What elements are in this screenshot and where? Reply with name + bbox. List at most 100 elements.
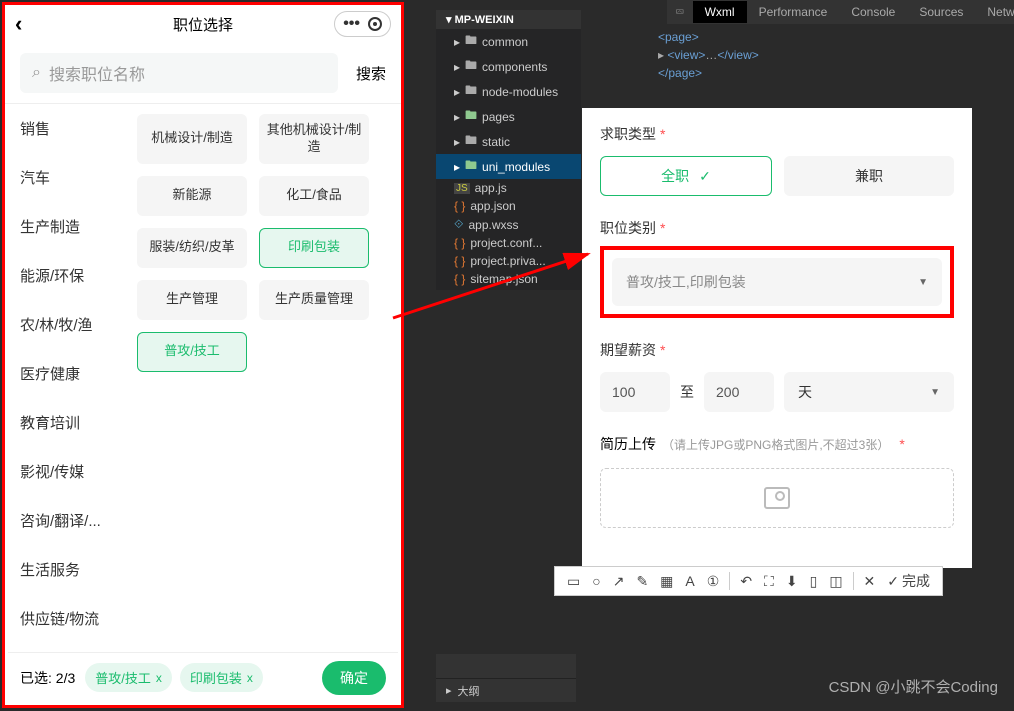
selected-count: 已选: 2/3	[20, 668, 75, 688]
tab-console[interactable]: Console	[839, 1, 907, 23]
job-selector-body: 销售 汽车 生产制造 能源/环保 农/林/牧/渔 医疗健康 教育培训 影视/传媒…	[5, 104, 401, 656]
download-icon[interactable]: ⬇	[780, 573, 804, 590]
tab-performance[interactable]: Performance	[747, 1, 840, 23]
folder-icon: 🖿	[465, 56, 477, 77]
back-icon[interactable]: ‹	[15, 11, 22, 37]
tree-root[interactable]: ▾ MP-WEIXIN	[436, 10, 581, 29]
salary-to-label: 至	[680, 382, 694, 402]
job-tag[interactable]: 生产管理	[137, 280, 247, 320]
tag-grid: 机械设计/制造 其他机械设计/制造 新能源 化工/食品 服装/纺织/皮革 印刷包…	[125, 104, 401, 656]
job-tag[interactable]: 生产质量管理	[259, 280, 369, 320]
wxml-dom-tree[interactable]: <page> ▸ <view>…</view> </page>	[658, 28, 759, 82]
category-item[interactable]: 生活服务	[5, 545, 125, 594]
job-tag[interactable]: 新能源	[137, 176, 247, 216]
done-button[interactable]: ✓完成	[881, 571, 936, 591]
image-icon	[764, 487, 790, 509]
annotation-toolbar: ▭ ○ ↗ ✎ ▦ A ① ↶ ⛶ ⬇ ▯ ◫ ✕ ✓完成	[554, 566, 943, 596]
category-item[interactable]: 教育培训	[5, 398, 125, 447]
category-item[interactable]: 影视/传媒	[5, 447, 125, 496]
circle-tool-icon[interactable]: ○	[586, 573, 606, 589]
category-item[interactable]: 生产制造	[5, 202, 125, 251]
tree-folder[interactable]: ▸🖿components	[436, 54, 581, 79]
menu-dots-icon[interactable]: •••	[343, 15, 360, 33]
upload-area[interactable]	[600, 468, 954, 528]
page-title: 职位选择	[173, 14, 233, 35]
file-explorer[interactable]: ▾ MP-WEIXIN ▸🖿common ▸🖿components ▸🖿node…	[436, 10, 581, 290]
category-item[interactable]: 农/林/牧/渔	[5, 300, 125, 349]
form-preview: 求职类型* 全职✓ 兼职 职位类别* 普攻/技工,印刷包装 ▼ 期望薪资* 10…	[582, 108, 972, 568]
search-icon: ⌕	[32, 64, 41, 82]
folder-icon: 🖿	[465, 106, 477, 127]
category-item[interactable]: 医疗健康	[5, 349, 125, 398]
outline-panel[interactable]: ▸大纲	[436, 678, 576, 702]
bookmark-icon[interactable]: ◫	[823, 573, 848, 590]
salary-to-input[interactable]: 200	[704, 372, 774, 412]
tree-file[interactable]: ⟐app.wxss	[436, 215, 581, 234]
search-input[interactable]: ⌕ 搜索职位名称	[20, 53, 338, 93]
category-item[interactable]: 能源/环保	[5, 251, 125, 300]
salary-label: 期望薪资*	[600, 340, 954, 360]
job-category-label: 职位类别*	[600, 218, 954, 238]
job-category-select[interactable]: 普攻/技工,印刷包装 ▼	[612, 258, 942, 306]
json-file-icon: { }	[454, 236, 465, 250]
salary-from-input[interactable]: 100	[600, 372, 670, 412]
tree-folder[interactable]: ▸🖿common	[436, 29, 581, 54]
tree-file[interactable]: JSapp.js	[436, 179, 581, 197]
weixin-capsule[interactable]: •••	[334, 11, 391, 37]
category-list[interactable]: 销售 汽车 生产制造 能源/环保 农/林/牧/渔 医疗健康 教育培训 影视/传媒…	[5, 104, 125, 656]
folder-icon: 🖿	[465, 156, 477, 177]
tab-network[interactable]: Network	[975, 1, 1014, 23]
phone-footer: 已选: 2/3 普攻/技工x 印刷包装x 确定	[8, 652, 398, 702]
caret-down-icon: ▼	[930, 387, 940, 398]
close-icon[interactable]: ✕	[858, 573, 882, 590]
parttime-button[interactable]: 兼职	[784, 156, 954, 196]
check-icon: ✓	[887, 573, 899, 590]
mosaic-tool-icon[interactable]: ▦	[654, 573, 679, 590]
tree-file[interactable]: { }project.conf...	[436, 234, 581, 252]
arrow-tool-icon[interactable]: ↗	[607, 573, 631, 590]
select-value: 普攻/技工,印刷包装	[626, 272, 746, 292]
tree-file[interactable]: { }app.json	[436, 197, 581, 215]
tab-wxml[interactable]: Wxml	[693, 1, 747, 23]
folder-icon: 🖿	[465, 131, 477, 152]
category-item[interactable]: 咨询/翻译/...	[5, 496, 125, 545]
text-tool-icon[interactable]: A	[679, 573, 700, 589]
chip-remove-icon[interactable]: x	[156, 671, 162, 685]
undo-icon[interactable]: ↶	[734, 573, 758, 590]
json-file-icon: { }	[454, 254, 465, 268]
job-tag[interactable]: 其他机械设计/制造	[259, 114, 369, 164]
category-item[interactable]: 汽车	[5, 153, 125, 202]
tree-file[interactable]: { }sitemap.json	[436, 270, 581, 288]
fulltime-button[interactable]: 全职✓	[600, 156, 772, 196]
inspect-icon[interactable]: ⮹	[667, 5, 693, 20]
chip-remove-icon[interactable]: x	[247, 671, 253, 685]
search-button[interactable]: 搜索	[356, 63, 386, 84]
number-tool-icon[interactable]: ①	[701, 573, 726, 590]
salary-unit-select[interactable]: 天▼	[784, 372, 954, 412]
job-tag-selected[interactable]: 印刷包装	[259, 228, 369, 268]
job-tag[interactable]: 机械设计/制造	[137, 114, 247, 164]
tree-folder[interactable]: ▸🖿node-modules	[436, 79, 581, 104]
pin-icon[interactable]: ⛶	[758, 573, 780, 590]
tree-folder-active[interactable]: ▸🖿uni_modules	[436, 154, 581, 179]
pen-tool-icon[interactable]: ✎	[630, 573, 654, 590]
job-tag[interactable]: 化工/食品	[259, 176, 369, 216]
check-icon: ✓	[699, 168, 711, 185]
category-item[interactable]: 销售	[5, 104, 125, 153]
selected-chip[interactable]: 印刷包装x	[180, 663, 263, 692]
job-tag[interactable]: 服装/纺织/皮革	[137, 228, 247, 268]
tab-sources[interactable]: Sources	[907, 1, 975, 23]
tree-folder[interactable]: ▸🖿pages	[436, 104, 581, 129]
confirm-button[interactable]: 确定	[322, 661, 386, 695]
json-file-icon: { }	[454, 199, 465, 213]
tree-folder[interactable]: ▸🖿static	[436, 129, 581, 154]
outline-spacer	[436, 654, 576, 678]
selected-chip[interactable]: 普攻/技工x	[85, 663, 172, 692]
job-tag-selected[interactable]: 普攻/技工	[137, 332, 247, 372]
category-item[interactable]: 供应链/物流	[5, 594, 125, 643]
rect-tool-icon[interactable]: ▭	[561, 573, 586, 590]
phone-icon[interactable]: ▯	[804, 573, 824, 590]
tree-file[interactable]: { }project.priva...	[436, 252, 581, 270]
json-file-icon: { }	[454, 272, 465, 286]
close-target-icon[interactable]	[368, 17, 382, 31]
